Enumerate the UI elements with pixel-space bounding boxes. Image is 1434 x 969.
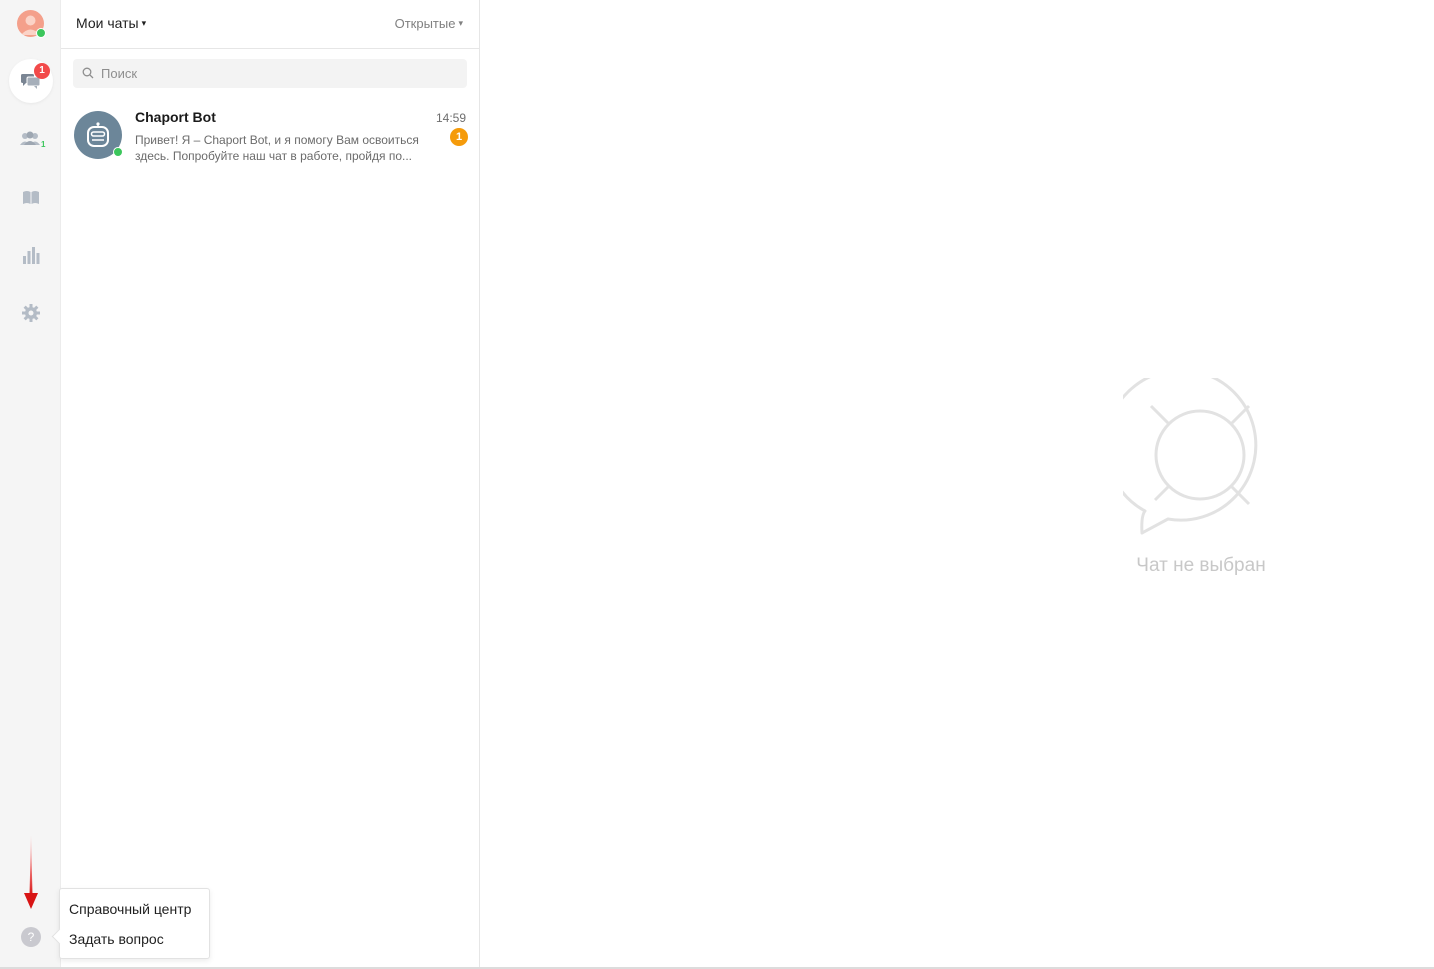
rail-item-knowledge-base[interactable] bbox=[9, 175, 53, 219]
chevron-down-icon: ▾ bbox=[141, 18, 147, 28]
search-input[interactable] bbox=[101, 59, 456, 88]
reports-icon bbox=[23, 247, 40, 264]
chevron-down-icon: ▾ bbox=[458, 18, 463, 28]
conversation-area: Чат не выбран bbox=[480, 0, 1434, 969]
lifebuoy-chat-icon bbox=[1123, 378, 1258, 535]
help-center-link[interactable]: Справочный центр bbox=[69, 901, 191, 917]
rail-item-settings[interactable] bbox=[9, 291, 53, 335]
chats-unread-badge: 1 bbox=[34, 63, 50, 79]
help-popup-menu: Справочный центр Задать вопрос bbox=[51, 888, 210, 959]
knowledge-base-icon bbox=[23, 190, 39, 204]
status-filter-dropdown[interactable]: Открытые ▾ bbox=[395, 16, 463, 31]
chat-preview: Привет! Я – Chaport Bot, и я помогу Вам … bbox=[135, 133, 419, 163]
chat-name: Chaport Bot bbox=[135, 109, 216, 125]
rail-item-visitors[interactable] bbox=[9, 117, 53, 161]
left-rail: 1 1 ? bbox=[0, 0, 61, 969]
my-chats-dropdown[interactable]: Мои чаты ▾ bbox=[76, 15, 146, 31]
bot-online-dot bbox=[113, 147, 123, 157]
visitors-icon bbox=[20, 131, 40, 145]
chat-list-header: Мои чаты ▾ Открытые ▾ bbox=[61, 0, 479, 49]
no-chat-selected-label: Чат не выбран bbox=[1136, 555, 1266, 576]
visitors-count: 1 bbox=[41, 140, 46, 149]
chat-list-panel: Мои чаты▾ Открытые▾ Chaport Bot 14:59 1 … bbox=[61, 0, 480, 969]
search-icon bbox=[82, 67, 94, 79]
help-icon[interactable]: ? bbox=[21, 927, 41, 947]
chat-time: 14:59 bbox=[435, 111, 466, 125]
operator-online-dot bbox=[36, 28, 46, 38]
ask-question-link[interactable]: Задать вопрос bbox=[69, 931, 164, 947]
search-box bbox=[73, 59, 467, 88]
red-arrow-down-icon bbox=[24, 835, 38, 909]
chat-unread-badge: 1 bbox=[450, 128, 468, 146]
status-filter-label: Открытые bbox=[394, 16, 456, 31]
my-chats-label: Мои чаты bbox=[76, 15, 139, 31]
settings-icon bbox=[22, 304, 40, 322]
rail-item-reports[interactable] bbox=[9, 233, 53, 277]
chat-list-item[interactable]: Chaport Bot 14:59 1 Привет! Я – Chaport … bbox=[61, 100, 479, 172]
